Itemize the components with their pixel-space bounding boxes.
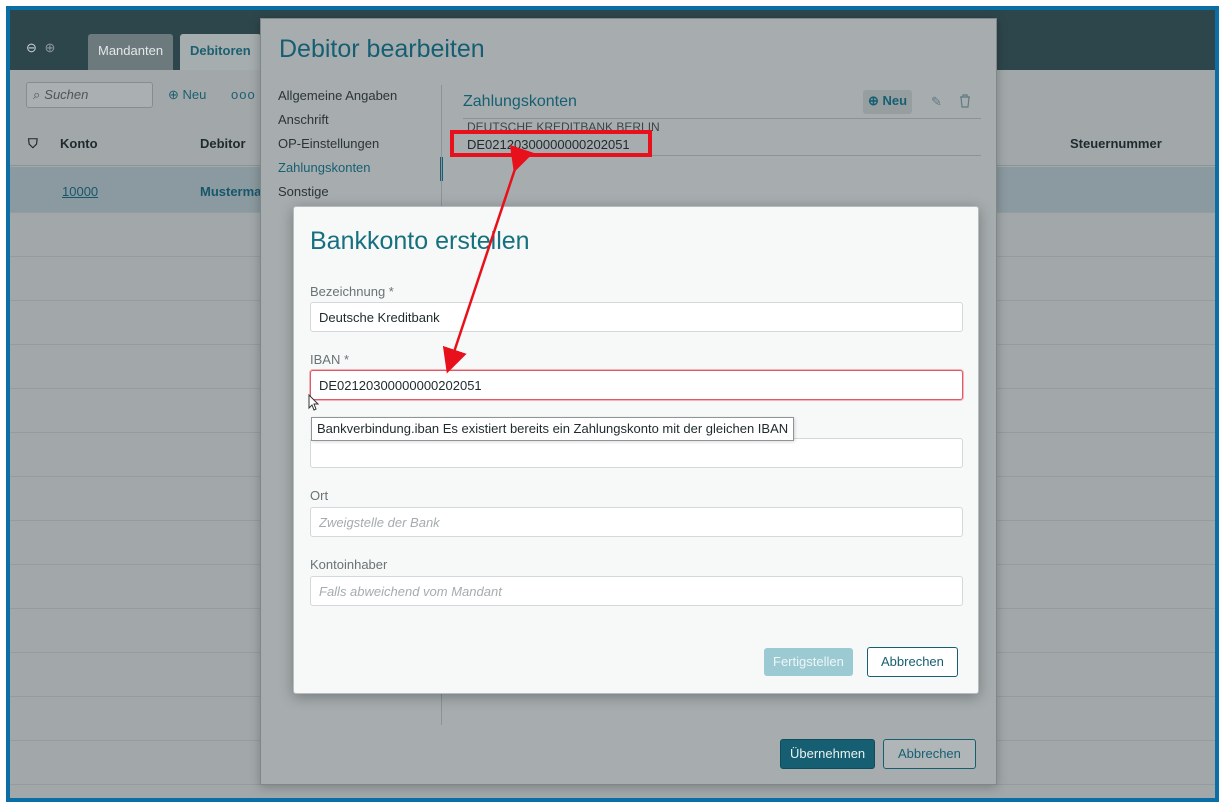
back-arrow-icon[interactable]: ⊖: [26, 40, 37, 55]
ort-input[interactable]: [310, 507, 963, 537]
apply-button[interactable]: Übernehmen: [780, 739, 876, 769]
nav-allgemeine-angaben[interactable]: Allgemeine Angaben: [261, 85, 443, 109]
tab-mandanten[interactable]: Mandanten: [88, 34, 174, 70]
bic-input[interactable]: [310, 438, 963, 468]
dialog-title: Bankkonto erstellen: [310, 227, 530, 255]
more-options-button[interactable]: ooo: [231, 87, 256, 102]
tab-debitoren[interactable]: Debitoren: [180, 34, 261, 70]
dialog-section-nav: Allgemeine Angaben Anschrift OP-Einstell…: [261, 85, 443, 205]
column-header-debitor[interactable]: Debitor: [200, 136, 246, 151]
pencil-icon[interactable]: ✎: [931, 94, 942, 110]
plus-circle-icon: ⊕: [868, 93, 879, 108]
nav-anschrift[interactable]: Anschrift: [261, 109, 443, 133]
iban-label: IBAN *: [310, 352, 350, 367]
cancel-button[interactable]: Abbrechen: [867, 647, 958, 677]
nav-zahlungskonten[interactable]: Zahlungskonten: [261, 157, 443, 181]
cancel-button[interactable]: Abbrechen: [883, 739, 976, 769]
dialog-title: Debitor bearbeiten: [279, 35, 485, 63]
create-bank-account-dialog: Bankkonto erstellen Bezeichnung * IBAN *…: [293, 206, 979, 694]
zahlungskonten-header: Zahlungskonten ⊕ Neu ✎: [463, 89, 981, 119]
nav-sonstige[interactable]: Sonstige: [261, 181, 443, 205]
finish-button[interactable]: Fertigstellen: [764, 648, 853, 676]
add-account-button[interactable]: ⊕ Neu: [863, 90, 913, 114]
highlight-existing-iban: [450, 130, 652, 157]
search-icon: ⌕: [33, 87, 41, 102]
bezeichnung-input[interactable]: [310, 302, 963, 332]
ort-label: Ort: [310, 488, 329, 503]
forward-arrow-icon[interactable]: ⊕: [45, 40, 56, 55]
kontoinhaber-label: Kontoinhaber: [310, 557, 388, 572]
trash-icon[interactable]: [959, 94, 971, 111]
bezeichnung-label: Bezeichnung *: [310, 284, 394, 299]
search-input[interactable]: ⌕ Suchen: [26, 82, 153, 108]
mouse-cursor-icon: [308, 393, 320, 415]
plus-circle-icon: ⊕: [168, 87, 179, 102]
kontoinhaber-input[interactable]: [310, 576, 963, 606]
column-header-konto[interactable]: Konto: [60, 136, 98, 151]
error-tooltip: Bankverbindung.iban Es existiert bereits…: [311, 417, 795, 441]
cell-konto[interactable]: 10000: [62, 184, 98, 199]
cell-debitor: Musterma: [200, 184, 262, 199]
section-title: Zahlungskonten: [463, 93, 577, 110]
column-header-steuernummer[interactable]: Steuernummer: [1070, 136, 1162, 151]
nav-op-einstellungen[interactable]: OP-Einstellungen: [261, 133, 443, 157]
new-debitor-button[interactable]: ⊕ Neu: [168, 87, 206, 103]
shield-icon: ⛉: [28, 136, 38, 151]
history-nav[interactable]: ⊖ ⊕: [26, 40, 55, 56]
iban-input[interactable]: [310, 370, 963, 400]
